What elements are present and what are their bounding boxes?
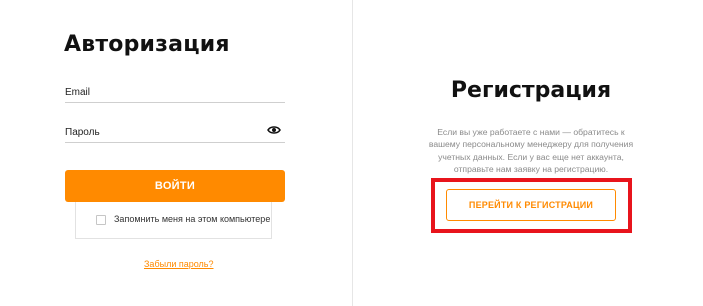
remember-me-label[interactable]: Запомнить меня на этом компьютере <box>114 214 270 224</box>
eye-icon[interactable] <box>267 125 281 135</box>
password-field <box>65 122 285 143</box>
login-title: Авторизация <box>64 32 230 57</box>
login-button[interactable]: ВОЙТИ <box>65 170 285 202</box>
register-panel: Регистрация Если вы уже работаете с нами… <box>353 0 703 306</box>
go-to-registration-button[interactable]: ПЕРЕЙТИ К РЕГИСТРАЦИИ <box>446 189 616 221</box>
register-description: Если вы уже работаете с нами — обратитес… <box>428 127 634 174</box>
email-field <box>65 82 285 103</box>
password-input[interactable] <box>65 123 255 142</box>
login-panel: Авторизация ВОЙТИ Запомнить меня на этом… <box>0 0 352 306</box>
forgot-password-link[interactable]: Забыли пароль? <box>144 259 213 269</box>
email-input[interactable] <box>65 83 255 102</box>
register-title: Регистрация <box>450 78 612 103</box>
remember-me-checkbox[interactable] <box>96 215 106 225</box>
remember-me-box: Запомнить меня на этом компьютере <box>75 202 272 239</box>
